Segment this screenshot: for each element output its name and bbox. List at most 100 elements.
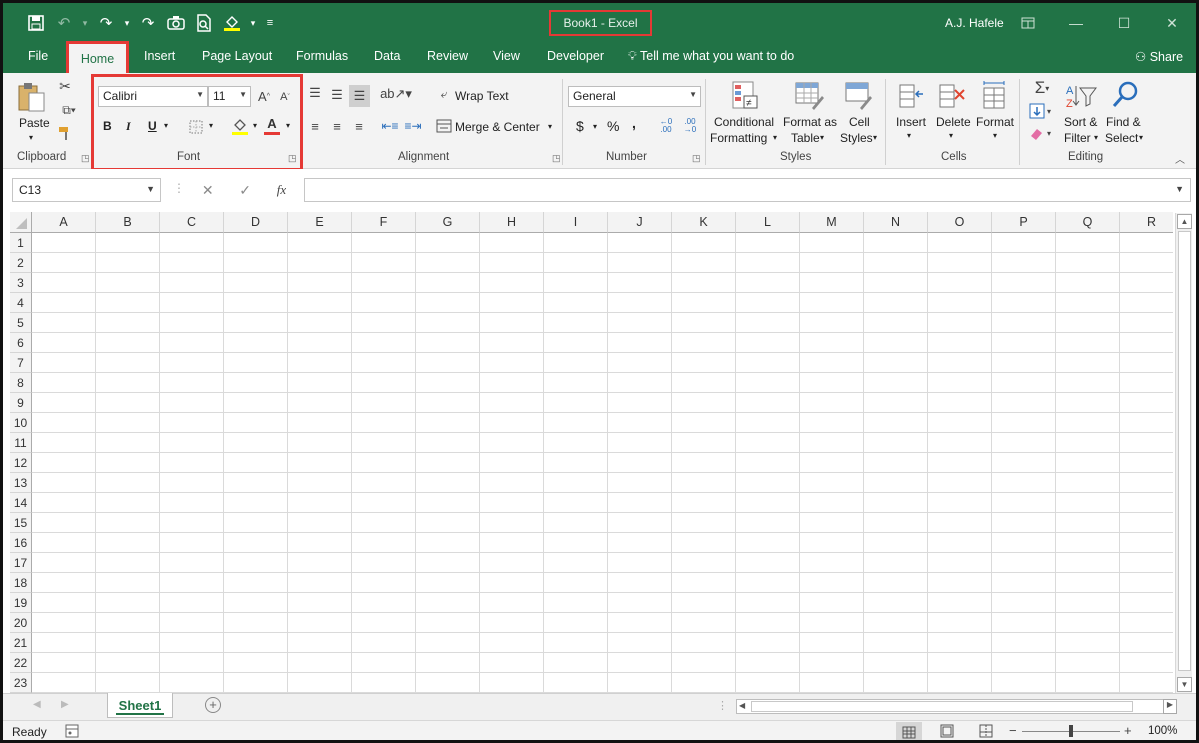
fill-icon[interactable]: ▾ <box>1027 102 1057 120</box>
sheet-tab[interactable]: Sheet1 <box>107 693 173 718</box>
row-header[interactable]: 19 <box>10 593 32 613</box>
save-icon[interactable] <box>25 13 47 33</box>
cell-styles-label-2[interactable]: Styles <box>840 131 873 145</box>
zoom-level[interactable]: 100% <box>1148 725 1177 737</box>
row-header[interactable]: 22 <box>10 653 32 673</box>
paste-dropdown-icon[interactable]: ▾ <box>29 133 33 142</box>
undo-dropdown-icon[interactable]: ▾ <box>81 13 89 33</box>
zoom-in-icon[interactable]: + <box>1124 723 1132 738</box>
prev-sheet-icon[interactable]: ◀ <box>33 699 41 710</box>
wrap-text-icon[interactable]: ⤶ <box>435 86 453 102</box>
row-header[interactable]: 4 <box>10 293 32 313</box>
increase-decimal-icon[interactable]: ←0.00 <box>656 117 676 135</box>
alignment-launcher-icon[interactable]: ◳ <box>552 153 561 164</box>
tab-file[interactable]: File <box>28 49 48 63</box>
normal-view-icon[interactable] <box>896 722 922 740</box>
horizontal-scrollbar[interactable]: ◀ <box>736 699 1177 714</box>
sort-filter-label-2[interactable]: Filter <box>1064 131 1091 145</box>
top-align-icon[interactable]: ☰ <box>306 85 324 101</box>
zoom-slider-thumb[interactable] <box>1069 725 1073 737</box>
format-dropdown-icon[interactable]: ▾ <box>993 131 997 140</box>
column-header[interactable]: P <box>992 212 1056 233</box>
row-header[interactable]: 9 <box>10 393 32 413</box>
minimize-icon[interactable]: — <box>1052 9 1100 37</box>
close-icon[interactable]: ✕ <box>1148 9 1196 37</box>
align-left-icon[interactable]: ≡ <box>306 118 324 134</box>
user-name[interactable]: A.J. Hafele <box>945 16 1004 30</box>
row-header[interactable]: 10 <box>10 413 32 433</box>
row-header[interactable]: 14 <box>10 493 32 513</box>
clear-icon[interactable]: ▾ <box>1027 124 1057 142</box>
column-header[interactable]: Q <box>1056 212 1120 233</box>
column-header[interactable]: M <box>800 212 864 233</box>
delete-cells-label[interactable]: Delete <box>936 115 971 129</box>
enter-icon[interactable]: ✓ <box>239 182 251 199</box>
column-header[interactable]: E <box>288 212 352 233</box>
cell-styles-label-1[interactable]: Cell <box>849 115 870 129</box>
wrap-text-button[interactable]: Wrap Text <box>455 89 509 103</box>
worksheet-grid[interactable]: ABCDEFGHIJKLMNOPQR 1 2 3 4 5 6 7 8 9 10 11 12 13 14 15… <box>10 212 1173 693</box>
align-right-icon[interactable]: ≡ <box>350 118 368 134</box>
paste-label[interactable]: Paste <box>19 116 50 130</box>
formula-input[interactable]: ▼ <box>304 178 1191 202</box>
number-launcher-icon[interactable]: ◳ <box>692 153 701 164</box>
decrease-decimal-icon[interactable]: .00 →0 <box>680 117 700 135</box>
conditional-formatting-icon[interactable]: ≠ <box>730 79 760 113</box>
row-header[interactable]: 5 <box>10 313 32 333</box>
cell-styles-dropdown-icon[interactable]: ▾ <box>873 133 877 142</box>
customize-qat-icon[interactable]: ≡ <box>263 13 277 33</box>
row-header[interactable]: 1 <box>10 233 32 253</box>
hscroll-thumb[interactable] <box>751 701 1133 712</box>
column-header[interactable]: H <box>480 212 544 233</box>
share-button[interactable]: ⚇ Share <box>1135 49 1183 64</box>
row-header[interactable]: 11 <box>10 433 32 453</box>
select-all-corner[interactable] <box>10 212 32 233</box>
camera-icon[interactable] <box>165 13 187 33</box>
autosum-icon[interactable]: Σ ▾ <box>1027 78 1057 97</box>
tab-data[interactable]: Data <box>374 49 400 63</box>
vertical-scrollbar[interactable]: ▲ ▼ <box>1175 213 1192 693</box>
comma-button[interactable]: , <box>632 115 636 131</box>
scroll-left-icon[interactable]: ◀ <box>739 701 745 710</box>
merge-center-icon[interactable] <box>435 118 453 134</box>
format-as-table-icon[interactable] <box>793 79 827 113</box>
page-break-view-icon[interactable] <box>979 724 993 740</box>
percent-button[interactable]: % <box>607 118 619 134</box>
find-select-label-1[interactable]: Find & <box>1106 115 1141 129</box>
print-preview-icon[interactable] <box>193 13 215 33</box>
row-header[interactable]: 17 <box>10 553 32 573</box>
next-sheet-icon[interactable]: ▶ <box>61 699 69 710</box>
formula-bar-grip-icon[interactable]: ⋮ <box>173 181 185 195</box>
row-header[interactable]: 16 <box>10 533 32 553</box>
column-header[interactable]: G <box>416 212 480 233</box>
cell-styles-icon[interactable] <box>843 79 875 113</box>
tab-insert[interactable]: Insert <box>144 49 175 63</box>
sort-dropdown-icon[interactable]: ▾ <box>1094 133 1098 142</box>
delete-cells-icon[interactable] <box>937 81 967 111</box>
row-header[interactable]: 21 <box>10 633 32 653</box>
column-header[interactable]: K <box>672 212 736 233</box>
format-cells-icon[interactable] <box>979 79 1009 111</box>
insert-function-button[interactable]: fx <box>277 182 286 198</box>
row-header[interactable]: 15 <box>10 513 32 533</box>
tab-view[interactable]: View <box>493 49 520 63</box>
increase-indent-icon[interactable]: ≡⇥ <box>403 118 423 134</box>
format-painter-icon[interactable] <box>57 125 73 141</box>
row-header[interactable]: 20 <box>10 613 32 633</box>
conditional-dropdown-icon[interactable]: ▾ <box>773 133 777 142</box>
ribbon-display-icon[interactable] <box>1004 9 1052 37</box>
undo-icon[interactable]: ↶ <box>53 13 75 33</box>
column-header[interactable]: O <box>928 212 992 233</box>
name-box[interactable]: C13 ▼ <box>12 178 161 202</box>
cut-icon[interactable]: ✂ <box>57 78 73 94</box>
macro-record-icon[interactable] <box>65 724 79 740</box>
tab-split-grip-icon[interactable]: ⋮ <box>717 699 728 712</box>
find-dropdown-icon[interactable]: ▾ <box>1139 133 1143 142</box>
redo-dropdown-icon[interactable]: ▾ <box>123 13 131 33</box>
format-table-dropdown-icon[interactable]: ▾ <box>820 133 824 142</box>
merge-center-button[interactable]: Merge & Center <box>455 120 540 134</box>
cancel-icon[interactable]: ✕ <box>202 182 214 199</box>
row-header[interactable]: 13 <box>10 473 32 493</box>
insert-cells-icon[interactable] <box>897 81 925 111</box>
row-header[interactable]: 7 <box>10 353 32 373</box>
